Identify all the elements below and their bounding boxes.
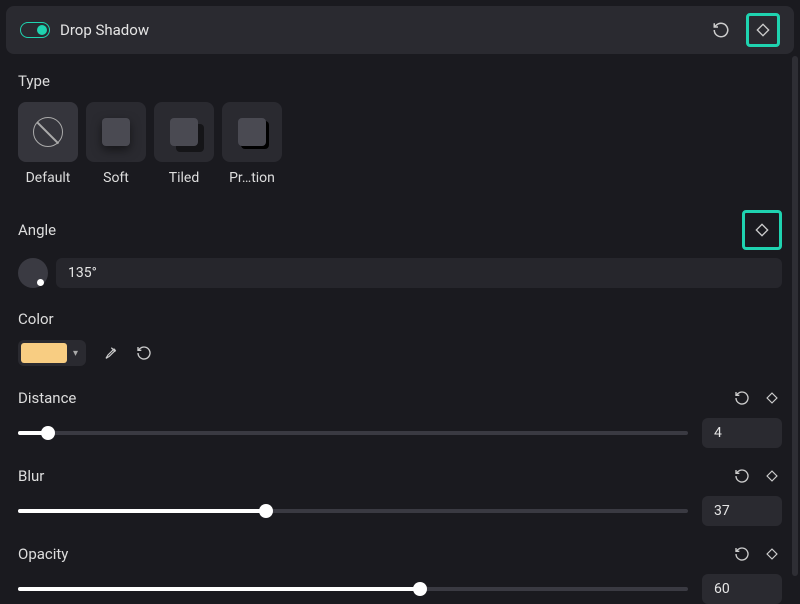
color-swatch <box>21 343 67 363</box>
distance-value[interactable]: 4 <box>702 418 782 448</box>
panel-header: Drop Shadow <box>6 6 794 54</box>
angle-input[interactable]: 135° <box>56 258 782 288</box>
reset-blur-button[interactable] <box>732 466 752 486</box>
angle-knob[interactable] <box>18 258 48 288</box>
reset-header-button[interactable] <box>704 13 738 47</box>
opacity-value[interactable]: 60 <box>702 574 782 604</box>
blur-param: Blur 37 <box>18 466 782 526</box>
effect-toggle[interactable] <box>20 22 50 38</box>
type-default[interactable]: Default <box>18 102 78 186</box>
blur-label: Blur <box>18 467 44 485</box>
type-tiled[interactable]: Tiled <box>154 102 214 186</box>
projection-icon <box>238 118 266 146</box>
panel-title: Drop Shadow <box>60 21 704 39</box>
tiled-icon <box>170 118 198 146</box>
opacity-slider[interactable] <box>18 587 688 591</box>
eyedropper-button[interactable] <box>100 343 120 363</box>
chevron-down-icon: ▾ <box>73 348 78 359</box>
type-soft[interactable]: Soft <box>86 102 146 186</box>
color-label: Color <box>18 310 782 328</box>
opacity-label: Opacity <box>18 545 68 563</box>
soft-icon <box>102 118 130 146</box>
color-picker[interactable]: ▾ <box>18 340 86 366</box>
keyframe-blur-button[interactable] <box>762 466 782 486</box>
blur-slider[interactable] <box>18 509 688 513</box>
distance-param: Distance 4 <box>18 388 782 448</box>
keyframe-angle-button[interactable] <box>742 210 782 250</box>
opacity-param: Opacity 60 <box>18 544 782 604</box>
keyframe-distance-button[interactable] <box>762 388 782 408</box>
scrollbar[interactable] <box>792 56 798 576</box>
type-options: Default Soft Tiled Pr…tion <box>18 102 782 186</box>
angle-label: Angle <box>18 221 56 239</box>
panel-content: Type Default Soft Tiled Pr…tion Angle 13… <box>0 60 800 604</box>
default-icon <box>33 117 63 147</box>
keyframe-header-button[interactable] <box>746 13 780 47</box>
distance-slider[interactable] <box>18 431 688 435</box>
reset-opacity-button[interactable] <box>732 544 752 564</box>
type-label: Type <box>18 72 782 90</box>
blur-value[interactable]: 37 <box>702 496 782 526</box>
keyframe-opacity-button[interactable] <box>762 544 782 564</box>
reset-distance-button[interactable] <box>732 388 752 408</box>
distance-label: Distance <box>18 389 76 407</box>
type-projection[interactable]: Pr…tion <box>222 102 282 186</box>
reset-color-button[interactable] <box>134 343 154 363</box>
